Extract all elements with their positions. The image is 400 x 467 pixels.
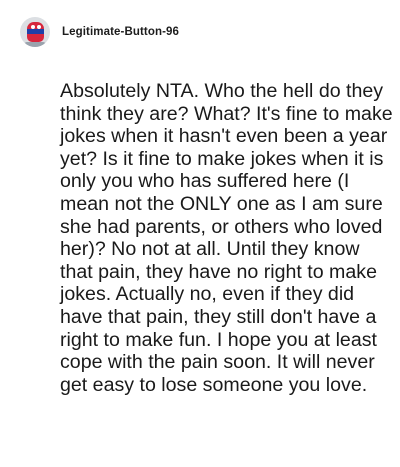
user-avatar-icon[interactable]	[20, 17, 50, 47]
comment: Legitimate-Button-96 Absolutely NTA. Who…	[0, 0, 400, 467]
comment-body-text: Absolutely NTA. Who the hell do they thi…	[60, 80, 393, 396]
comment-author-link[interactable]: Legitimate-Button-96	[62, 26, 179, 38]
comment-header: Legitimate-Button-96	[20, 16, 179, 48]
